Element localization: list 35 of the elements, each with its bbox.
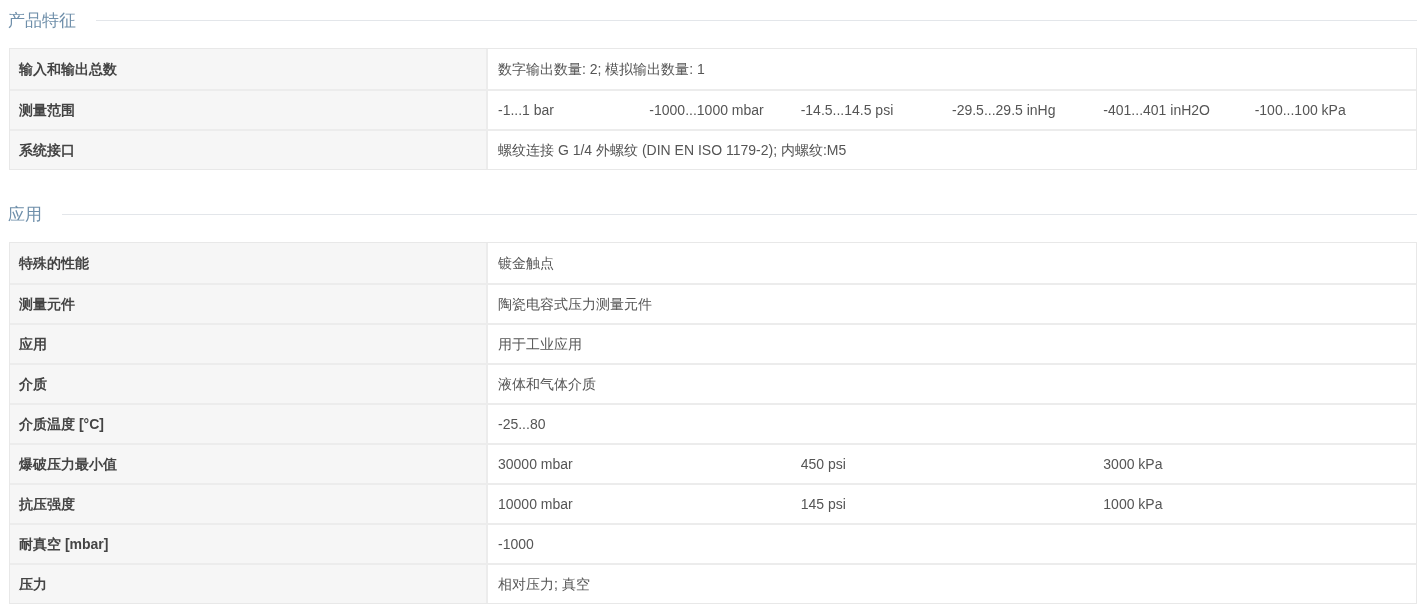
label-cell: 抗压强度: [10, 485, 488, 523]
label-cell: 介质: [10, 365, 488, 403]
value-cell-text: 相对压力; 真空: [498, 574, 591, 594]
label-cell: 应用: [10, 325, 488, 363]
value-cell-text: -29.5...29.5 inHg: [952, 100, 1057, 120]
value-cell-text: -401...401 inH2O: [1103, 100, 1211, 120]
value-cell-text: -1...1 bar: [498, 100, 556, 120]
label-cell: 测量元件: [10, 285, 488, 323]
label-cell: 系统接口: [10, 131, 488, 169]
label-cell: 压力: [10, 565, 488, 603]
value-cell-text: 螺纹连接 G 1/4 外螺纹 (DIN EN ISO 1179-2); 内螺纹:M5: [498, 140, 848, 160]
label-cell: 测量范围: [10, 91, 488, 129]
value-cell-text: 数字输出数量: 2; 模拟输出数量: 1: [498, 59, 706, 79]
value-cell-text: -1000...1000 mbar: [649, 100, 765, 120]
value-cell-text: 1000 kPa: [1103, 494, 1164, 514]
label-cell: 输入和输出总数: [10, 49, 488, 89]
value-cell-text: 450 psi: [800, 454, 847, 474]
value-cell-text: 用于工业应用: [498, 334, 583, 354]
value-cell-text: -100...100 kPa: [1254, 100, 1347, 120]
label-cell: 介质温度 [°C]: [10, 405, 488, 443]
value-cell-text: 镀金触点: [498, 253, 555, 273]
label-cell: 耐真空 [mbar]: [10, 525, 488, 563]
section-heading: 产品特征: [8, 11, 76, 29]
value-cell-text: 陶瓷电容式压力测量元件: [498, 294, 653, 314]
label-cell: 特殊的性能: [10, 243, 488, 283]
value-cell-text: 10000 mbar: [498, 494, 574, 514]
value-cell-text: -25...80: [498, 414, 547, 434]
value-cell-text: 3000 kPa: [1103, 454, 1164, 474]
section-heading: 应用: [8, 205, 42, 223]
value-cell-text: 145 psi: [800, 494, 847, 514]
value-cell-text: -14.5...14.5 psi: [800, 100, 895, 120]
label-cell: 爆破压力最小值: [10, 445, 488, 483]
value-cell-text: -1000: [498, 534, 535, 554]
value-cell-text: 液体和气体介质: [498, 374, 597, 394]
value-cell-text: 30000 mbar: [498, 454, 574, 474]
